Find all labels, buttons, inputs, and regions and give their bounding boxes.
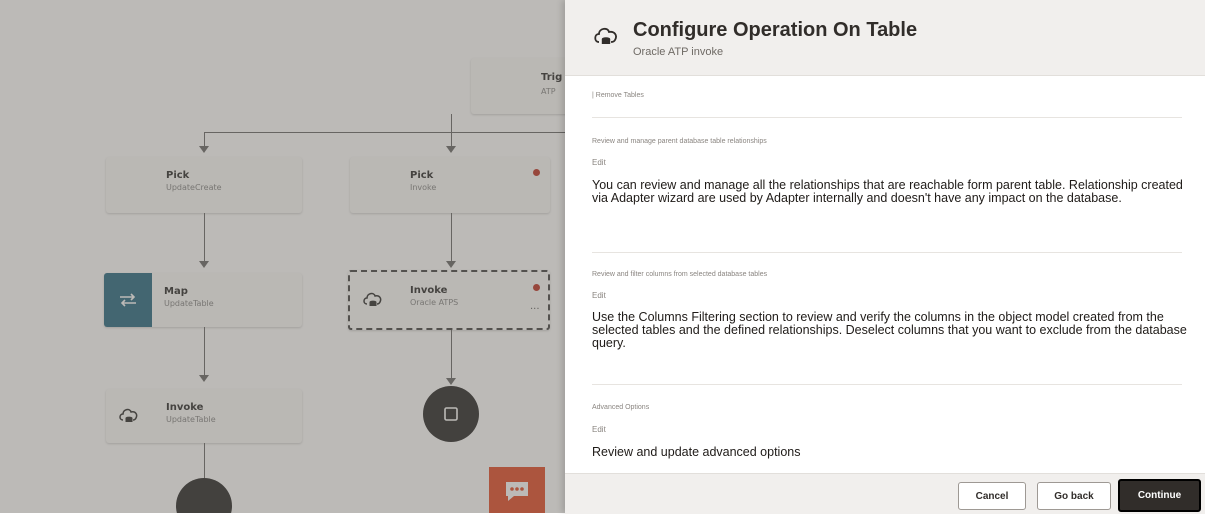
map-node[interactable]: Map UpdateTable: [104, 273, 302, 327]
error-indicator: [533, 169, 540, 176]
cloud-db-icon: [363, 292, 382, 306]
integration-canvas[interactable]: Trig ATP Pick UpdateCreate Pick Invoke M…: [0, 0, 565, 513]
node-title: Pick: [166, 170, 190, 181]
pick-node-1[interactable]: Pick UpdateCreate: [106, 157, 302, 213]
divider: [592, 117, 1182, 118]
section-description: Use the Columns Filtering section to rev…: [592, 310, 1187, 350]
node-title: Pick: [410, 170, 434, 181]
pick-node-2[interactable]: Pick Invoke: [350, 157, 550, 213]
node-title: Invoke: [410, 285, 448, 296]
trigger-node-title: Trig: [541, 72, 563, 83]
go-back-button[interactable]: Go back: [1037, 482, 1111, 510]
connector-arrow: [446, 378, 456, 385]
node-subtitle: Oracle ATPS: [410, 298, 459, 307]
connector-arrow: [199, 146, 209, 153]
cancel-button[interactable]: Cancel: [958, 482, 1026, 510]
connector: [204, 213, 205, 263]
node-title: Map: [164, 286, 188, 297]
connector-arrow: [199, 261, 209, 268]
node-subtitle: UpdateCreate: [166, 183, 222, 192]
configure-operation-panel: Configure Operation On Table Oracle ATP …: [565, 0, 1205, 514]
edit-link[interactable]: Edit: [592, 291, 606, 300]
map-icon: [120, 293, 136, 307]
panel-header: Configure Operation On Table Oracle ATP …: [565, 0, 1205, 76]
invoke-icon-box: [350, 272, 396, 328]
section-heading: Advanced Options: [592, 404, 650, 411]
cloud-db-icon: [594, 27, 617, 44]
invoke-node-2[interactable]: Invoke UpdateTable: [106, 389, 302, 443]
section-heading: Review and filter columns from selected …: [592, 271, 768, 278]
edit-link[interactable]: Edit: [592, 425, 606, 434]
map-icon-box: [104, 273, 152, 327]
end-node-partial[interactable]: [176, 478, 232, 513]
connector: [204, 327, 205, 377]
cloud-db-icon: [119, 408, 138, 422]
chat-icon: [506, 482, 528, 501]
panel-footer: Cancel Go back Continue: [565, 473, 1205, 514]
divider: [592, 252, 1182, 253]
divider: [592, 384, 1182, 385]
connector: [451, 114, 452, 132]
connector-arrow: [446, 261, 456, 268]
trigger-node[interactable]: Trig ATP: [471, 58, 565, 114]
node-more-menu[interactable]: ···: [530, 304, 540, 315]
section-heading: Review and manage parent database table …: [592, 138, 767, 145]
panel-title: Configure Operation On Table: [633, 19, 918, 41]
node-subtitle: UpdateTable: [166, 415, 216, 424]
connector: [204, 443, 205, 479]
connector: [204, 132, 565, 133]
stop-icon: [444, 407, 458, 421]
connector: [451, 213, 452, 263]
continue-button[interactable]: Continue: [1118, 479, 1201, 512]
chat-button[interactable]: [489, 467, 545, 513]
invoke-node-selected[interactable]: Invoke Oracle ATPS ···: [348, 270, 550, 330]
node-title: Invoke: [166, 402, 204, 413]
section-description: Review and update advanced options: [592, 445, 801, 459]
node-subtitle: UpdateTable: [164, 299, 214, 308]
edit-link[interactable]: Edit: [592, 158, 606, 167]
invoke-icon-box: [106, 389, 152, 443]
connector-arrow: [199, 375, 209, 382]
section-description: You can review and manage all the relati…: [592, 178, 1183, 205]
connector-arrow: [446, 146, 456, 153]
remove-tables-link[interactable]: | Remove Tables: [592, 92, 644, 99]
trigger-node-subtitle: ATP: [541, 87, 556, 96]
error-indicator: [533, 284, 540, 291]
end-node[interactable]: [423, 386, 479, 442]
connector: [451, 330, 452, 380]
panel-subtitle: Oracle ATP invoke: [633, 46, 724, 58]
node-subtitle: Invoke: [410, 183, 437, 192]
